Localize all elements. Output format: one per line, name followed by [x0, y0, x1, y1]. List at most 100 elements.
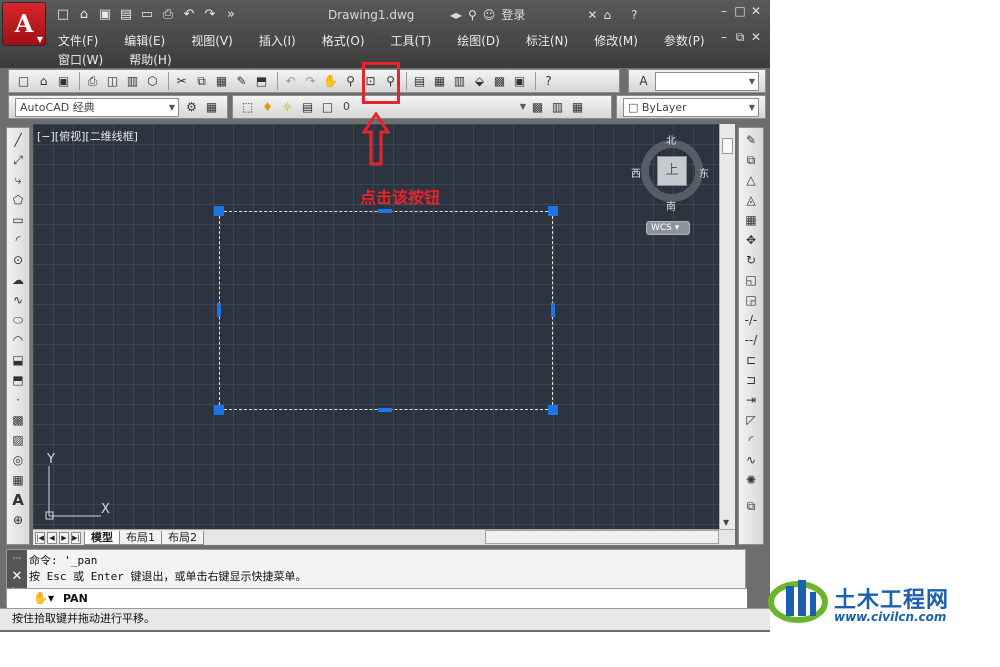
- 3d-print-icon[interactable]: ⬡: [144, 73, 161, 90]
- grip-top-left[interactable]: [214, 206, 224, 216]
- prev-tab-icon[interactable]: ◀: [47, 531, 57, 544]
- copy-object-icon[interactable]: ⧉: [743, 152, 760, 169]
- maximize-icon[interactable]: □: [732, 4, 748, 18]
- grip-left-mid[interactable]: [217, 303, 221, 317]
- application-menu-button[interactable]: A ▼: [2, 2, 46, 46]
- ellipse-arc-icon[interactable]: ◠: [10, 332, 27, 349]
- publish-icon[interactable]: ▥: [124, 73, 141, 90]
- open-file-icon[interactable]: ⌂: [75, 7, 93, 23]
- explode-icon[interactable]: ✺: [743, 472, 760, 489]
- selected-rectangle[interactable]: [219, 211, 553, 410]
- trim-icon[interactable]: -/-: [743, 312, 760, 329]
- construction-line-icon[interactable]: ⤢: [10, 152, 27, 169]
- new-file-icon[interactable]: □: [54, 7, 72, 23]
- save-icon[interactable]: ▣: [96, 7, 114, 23]
- join-icon[interactable]: ⇥: [743, 392, 760, 409]
- wcs-menu-button[interactable]: WCS ▾: [646, 221, 690, 235]
- hatch-icon[interactable]: ▩: [10, 412, 27, 429]
- layer-copy-icon[interactable]: ⧉: [743, 498, 760, 515]
- menu-help[interactable]: 帮助(H): [129, 51, 171, 68]
- copy-icon[interactable]: ⧉: [193, 73, 210, 90]
- save-icon[interactable]: ▣: [55, 73, 72, 90]
- redo-icon[interactable]: ↷: [302, 73, 319, 90]
- menu-file[interactable]: 文件(F): [58, 32, 98, 49]
- properties-icon[interactable]: ▤: [411, 73, 428, 90]
- cut-icon[interactable]: ✂: [173, 73, 190, 90]
- help-icon[interactable]: ?: [540, 73, 557, 90]
- menu-draw[interactable]: 绘图(D): [457, 32, 500, 49]
- compass-west[interactable]: 西: [631, 165, 641, 180]
- ellipse-icon[interactable]: ⬭: [10, 312, 27, 329]
- match-properties-icon[interactable]: ✎: [233, 73, 250, 90]
- expand-icon[interactable]: ◂▸: [450, 8, 462, 22]
- close-icon[interactable]: ✕: [748, 4, 764, 18]
- menu-window[interactable]: 窗口(W): [58, 51, 103, 68]
- last-tab-icon[interactable]: ▶|: [71, 531, 81, 544]
- region-icon[interactable]: ◎: [10, 452, 27, 469]
- plot-icon[interactable]: ▭: [138, 7, 156, 23]
- menu-modify[interactable]: 修改(M): [594, 32, 638, 49]
- menu-format[interactable]: 格式(O): [322, 32, 365, 49]
- menu-dimension[interactable]: 标注(N): [526, 32, 568, 49]
- break-icon[interactable]: ⊐: [743, 372, 760, 389]
- viewport-controls-label[interactable]: [−][俯视][二维线框]: [37, 128, 138, 144]
- minimize-icon[interactable]: –: [716, 4, 732, 18]
- tab-model[interactable]: 模型: [84, 530, 120, 545]
- workspace-more-icon[interactable]: ▦: [203, 99, 220, 116]
- apps-icon[interactable]: ⌂: [603, 8, 611, 22]
- extend-icon[interactable]: --/: [743, 332, 760, 349]
- menu-edit[interactable]: 编辑(E): [124, 32, 165, 49]
- fillet-icon[interactable]: ◜: [743, 432, 760, 449]
- markup-icon[interactable]: ▩: [491, 73, 508, 90]
- mirror-icon[interactable]: △: [743, 172, 760, 189]
- text-style-select[interactable]: ▼: [655, 71, 759, 91]
- redo-icon[interactable]: ↷: [201, 7, 219, 23]
- blend-curves-icon[interactable]: ∿: [743, 452, 760, 469]
- grip-icon[interactable]: ···: [7, 550, 27, 568]
- make-current-icon[interactable]: ▥: [549, 99, 566, 116]
- revision-cloud-icon[interactable]: ☁: [10, 272, 27, 289]
- tab-layout1[interactable]: 布局1: [119, 530, 162, 545]
- next-tab-icon[interactable]: ▶: [59, 531, 69, 544]
- grip-right-mid[interactable]: [551, 303, 555, 317]
- grip-top-right[interactable]: [548, 206, 558, 216]
- vertical-scroll-thumb[interactable]: [722, 138, 733, 154]
- point-icon[interactable]: ·: [10, 392, 27, 409]
- add-selected-icon[interactable]: ⊕: [10, 512, 27, 529]
- zoom-realtime-icon[interactable]: ⚲: [342, 73, 359, 90]
- rotate-icon[interactable]: ↻: [743, 252, 760, 269]
- first-tab-icon[interactable]: |◀: [35, 531, 45, 544]
- polyline-icon[interactable]: ⤷: [10, 172, 27, 189]
- help-icon[interactable]: ?: [631, 8, 637, 22]
- compass-south[interactable]: 南: [666, 198, 676, 213]
- workspace-select[interactable]: AutoCAD 经典 ▼: [15, 97, 179, 117]
- viewcube-top-face[interactable]: 上: [657, 156, 687, 186]
- lock-icon[interactable]: ▤: [299, 99, 316, 116]
- grip-bottom-right[interactable]: [548, 405, 558, 415]
- exchange-icon[interactable]: ✕: [587, 8, 597, 22]
- command-input[interactable]: ✋▾ PAN: [7, 588, 747, 608]
- scale-icon[interactable]: ◱: [743, 272, 760, 289]
- lightbulb-icon[interactable]: ♦: [259, 99, 276, 116]
- color-square-icon[interactable]: □: [319, 99, 336, 116]
- doc-restore-icon[interactable]: ⧉: [732, 30, 748, 45]
- rectangle-icon[interactable]: ▭: [10, 212, 27, 229]
- workspace-settings-icon[interactable]: ⚙: [183, 99, 200, 116]
- paste-icon[interactable]: ▦: [213, 73, 230, 90]
- preview-icon[interactable]: ◫: [104, 73, 121, 90]
- grip-bottom-left[interactable]: [214, 405, 224, 415]
- login-link[interactable]: 登录: [501, 6, 525, 23]
- calculator-icon[interactable]: ▣: [511, 73, 528, 90]
- layer-previous-icon[interactable]: ▦: [569, 99, 586, 116]
- horizontal-scrollbar[interactable]: [485, 530, 719, 544]
- table-icon[interactable]: ▦: [10, 472, 27, 489]
- insert-block-icon[interactable]: ⬓: [10, 352, 27, 369]
- print-icon[interactable]: ⎙: [159, 7, 177, 23]
- grip-bottom-mid[interactable]: [378, 408, 392, 412]
- compass-north[interactable]: 北: [666, 132, 676, 147]
- pan-realtime-icon[interactable]: ✋: [322, 73, 339, 90]
- chamfer-icon[interactable]: ◸: [743, 412, 760, 429]
- grip-top-mid[interactable]: [378, 209, 392, 213]
- offset-icon[interactable]: ◬: [743, 192, 760, 209]
- gradient-icon[interactable]: ▨: [10, 432, 27, 449]
